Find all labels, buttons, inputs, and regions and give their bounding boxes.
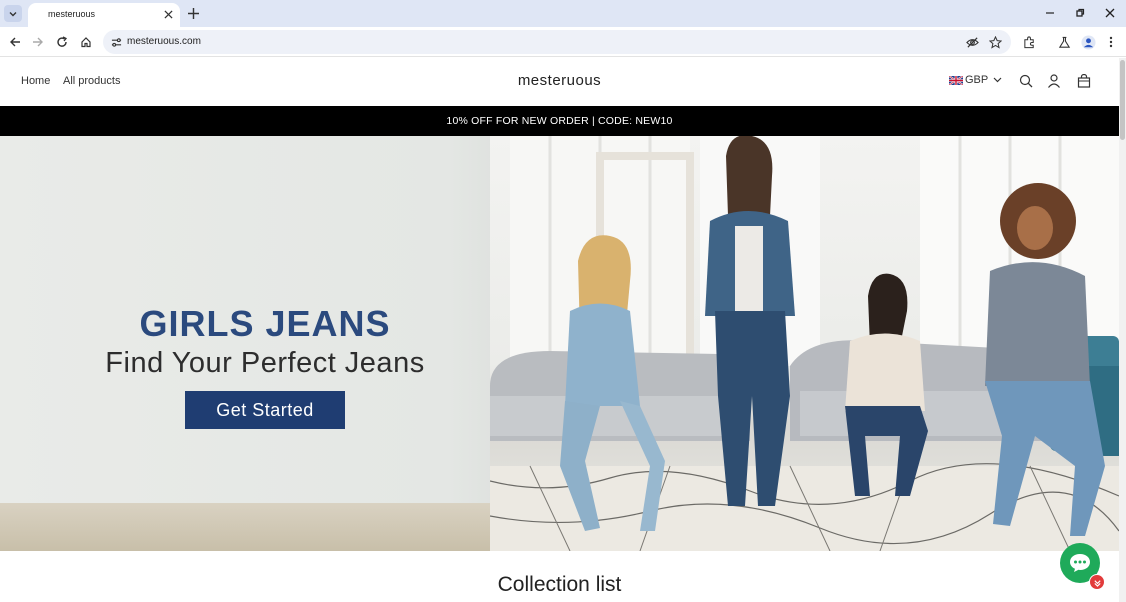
labs-icon[interactable] (1056, 34, 1072, 50)
reload-icon[interactable] (54, 34, 70, 50)
back-icon[interactable] (7, 34, 23, 50)
get-started-button[interactable]: Get Started (185, 391, 345, 429)
address-bar[interactable]: mesteruous.com (103, 30, 1011, 54)
chat-badge-icon[interactable] (1089, 574, 1105, 590)
page-scrollbar[interactable] (1119, 58, 1126, 602)
hero-banner: GIRLS JEANS Find Your Perfect Jeans Get … (0, 136, 1119, 551)
currency-label: GBP (965, 74, 989, 86)
hero-photo (490, 136, 1119, 551)
browser-tab-strip: mesteruous (0, 0, 1126, 27)
browser-tab[interactable]: mesteruous (28, 3, 180, 27)
site-header: Home All products mesteruous GBP (0, 58, 1119, 106)
tab-title: mesteruous (48, 9, 96, 19)
browser-toolbar: mesteruous.com (0, 27, 1126, 57)
site-info-icon[interactable] (109, 35, 123, 49)
restore-icon[interactable] (1073, 6, 1087, 20)
search-icon[interactable] (1018, 73, 1034, 89)
currency-selector[interactable]: GBP (949, 74, 1002, 86)
menu-icon[interactable] (1103, 34, 1119, 50)
chevron-down-icon (993, 77, 1002, 83)
plus-icon[interactable] (186, 6, 200, 20)
star-icon[interactable] (988, 35, 1002, 49)
close-icon[interactable] (162, 8, 174, 20)
collection-list-heading: Collection list (497, 573, 622, 596)
web-page: Home All products mesteruous GBP 10% OFF… (0, 58, 1119, 602)
tab-list-icon[interactable] (4, 5, 22, 22)
extensions-icon[interactable] (1021, 34, 1037, 50)
hero-title: GIRLS JEANS (139, 303, 391, 344)
forward-icon[interactable] (30, 34, 46, 50)
home-icon[interactable] (78, 34, 94, 50)
account-icon[interactable] (1046, 73, 1062, 89)
profile-icon[interactable] (1080, 34, 1096, 50)
close-icon[interactable] (1103, 6, 1117, 20)
scrollbar-thumb[interactable] (1120, 60, 1125, 140)
promo-bar: 10% OFF FOR NEW ORDER | CODE: NEW10 (0, 106, 1119, 136)
hero-floor (0, 503, 490, 551)
cart-icon[interactable] (1076, 73, 1092, 89)
eye-off-icon[interactable] (965, 35, 979, 49)
url-text: mesteruous.com (127, 36, 201, 47)
hero-subtitle: Find Your Perfect Jeans (105, 347, 425, 379)
minimize-icon[interactable] (1043, 6, 1057, 20)
flag-icon (949, 75, 963, 85)
